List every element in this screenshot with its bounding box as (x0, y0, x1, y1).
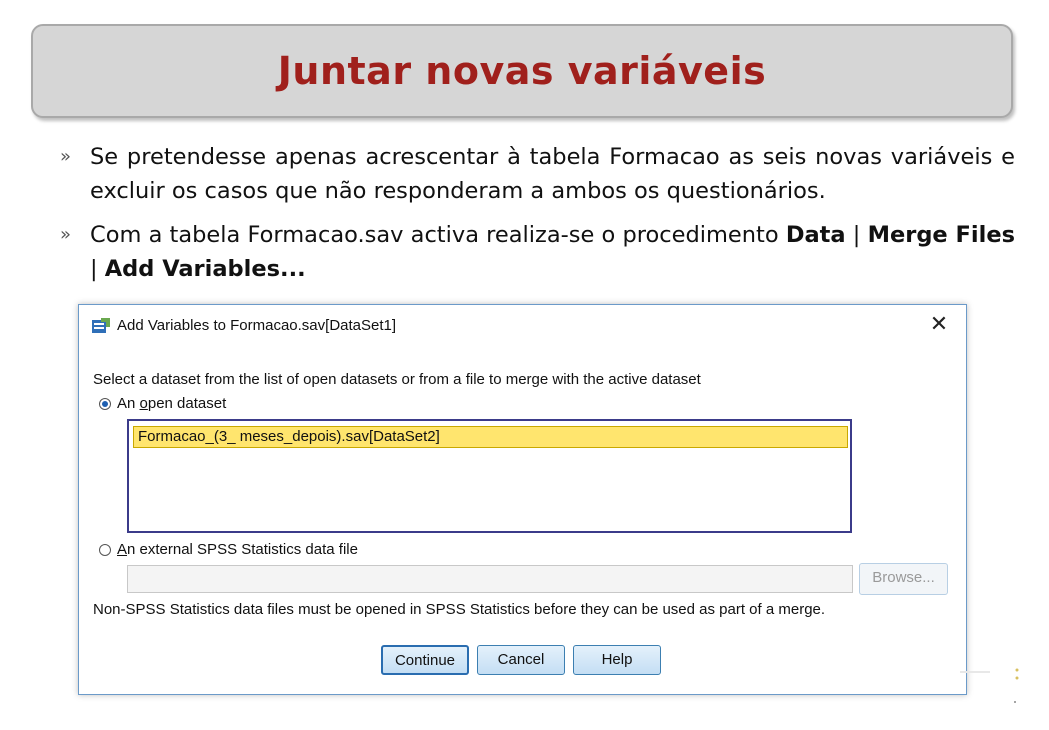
dialog-titlebar[interactable]: Add Variables to Formacao.sav[DataSet1] … (79, 305, 966, 347)
external-file-path-input[interactable] (127, 565, 853, 593)
bullet-text: Se pretendesse apenas acrescentar à tabe… (90, 144, 1015, 204)
radio-open-dataset-label: An open dataset (117, 395, 227, 412)
radio-external-file[interactable]: An external SPSS Statistics data file (99, 541, 358, 558)
close-icon[interactable]: ✕ (926, 311, 952, 337)
bullet-item: » Com a tabela Formacao.sav activa reali… (60, 218, 1015, 286)
dialog-note: Non-SPSS Statistics data files must be o… (93, 601, 826, 618)
menu-separator: | (90, 256, 105, 282)
radio-external-file-label: An external SPSS Statistics data file (117, 541, 358, 558)
radio-button-checked[interactable] (99, 397, 111, 410)
browse-button[interactable]: Browse... (859, 563, 948, 595)
bullet-marker: » (60, 146, 72, 167)
slide-title-box: Juntar novas variáveis (31, 24, 1013, 118)
add-variables-dialog: Add Variables to Formacao.sav[DataSet1] … (78, 304, 967, 695)
spss-app-icon (91, 317, 111, 335)
bullet-marker: » (60, 224, 72, 245)
bullet-text: Com a tabela Formacao.sav activa realiza… (90, 222, 786, 248)
dialog-title: Add Variables to Formacao.sav[DataSet1] (117, 317, 397, 334)
radio-open-dataset[interactable]: An open dataset (99, 395, 226, 412)
cancel-button[interactable]: Cancel (477, 645, 565, 675)
radio-button[interactable] (99, 543, 111, 556)
list-item-selected[interactable]: Formacao_(3_ meses_depois).sav[DataSet2] (133, 426, 848, 448)
menu-path-data: Data (785, 222, 846, 248)
menu-path-add-variables: Add Variables... (104, 256, 306, 282)
menu-separator: | (845, 222, 868, 248)
decorative-marks (960, 662, 1020, 712)
help-button[interactable]: Help (573, 645, 661, 675)
open-datasets-list[interactable]: Formacao_(3_ meses_depois).sav[DataSet2] (127, 419, 852, 533)
continue-button[interactable]: Continue (381, 645, 469, 675)
slide-title: Juntar novas variáveis (277, 49, 767, 93)
menu-path-merge-files: Merge Files (867, 222, 1015, 248)
dialog-instruction: Select a dataset from the list of open d… (93, 371, 701, 388)
bullet-item: » Se pretendesse apenas acrescentar à ta… (60, 140, 1015, 208)
bullet-list: » Se pretendesse apenas acrescentar à ta… (60, 140, 1015, 296)
